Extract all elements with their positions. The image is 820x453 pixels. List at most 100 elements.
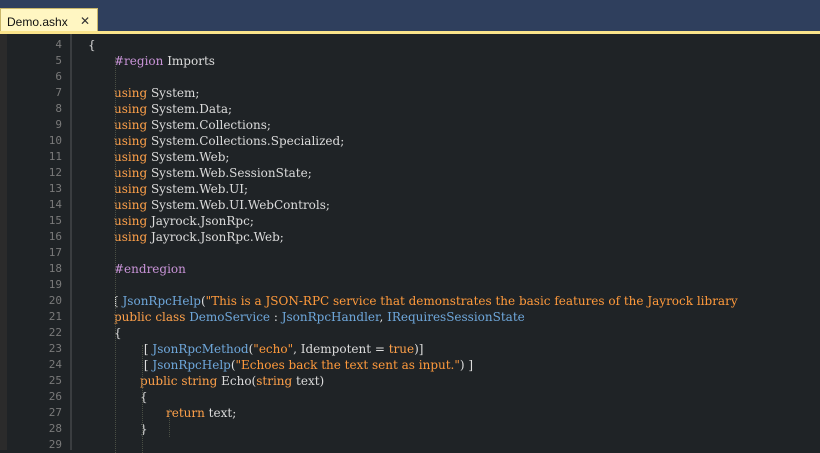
code-token: DemoService [189,310,271,324]
line-number: 28 [48,422,62,435]
code-token: Jayrock.JsonRpc.Web; [147,230,284,244]
code-token: System.Collections; [147,118,271,132]
line-number: 17 [48,246,62,259]
code-token: using [114,214,148,228]
code-line[interactable]: using System.Collections.Specialized; [114,133,344,149]
line-number: 26 [48,390,62,403]
code-token: using [114,230,148,244]
code-token: string [181,374,218,388]
line-number: 20 [48,294,62,307]
code-token: using [114,150,148,164]
code-token: System.Collections.Specialized; [147,134,345,148]
code-token: #region [114,54,164,68]
code-token: Imports [163,54,215,68]
code-token: JsonRpcHelp [122,294,201,308]
code-editor[interactable]: 4 5 6 7 8 9 10 11 12 13 14 15 16 17 18 19 20 21 22 23 24 25 26… [0,34,820,453]
code-line[interactable]: [ JsonRpcHelp("This is a JSON-RPC servic… [114,293,738,309]
close-icon[interactable]: ✕ [78,14,92,28]
line-number: 23 [48,342,62,355]
code-line[interactable]: using System.Web.SessionState; [114,165,312,181]
code-line[interactable]: #endregion [114,261,186,277]
line-number: 22 [48,326,62,339]
line-number: 10 [48,134,62,147]
code-token: System.Web.UI.WebControls; [147,198,330,212]
code-token: Echo( [217,374,257,388]
line-number: 14 [48,198,62,211]
code-token: "echo" [253,342,294,356]
code-line[interactable]: using System.Web.UI; [114,181,248,197]
code-token: string [256,374,293,388]
line-number: 29 [48,438,62,451]
code-token: IRequiresSessionState [387,310,525,324]
code-token: text; [204,406,237,420]
code-token: public [114,310,152,324]
indent-guide [115,57,116,453]
line-number: 25 [48,374,62,387]
line-number: 6 [55,70,62,83]
code-token: using [114,198,148,212]
code-line[interactable]: using Jayrock.JsonRpc.Web; [114,229,284,245]
code-token: using [114,118,148,132]
line-number: 11 [48,150,62,163]
line-number: 18 [48,262,62,275]
code-token: #endregion [114,262,186,276]
code-token: , Idempotent = [293,342,389,356]
line-number: 5 [55,54,62,67]
code-line[interactable]: using System.Data; [114,101,232,117]
code-line[interactable]: [ JsonRpcMethod("echo", Idempotent = tru… [144,341,424,357]
code-token: JsonRpcHelp [152,358,231,372]
code-token: class [155,310,186,324]
line-number: 4 [55,38,62,51]
code-token: Jayrock.JsonRpc; [147,214,254,228]
code-line[interactable]: public class DemoService : JsonRpcHandle… [114,309,525,325]
code-token: return [166,406,205,420]
line-number: 16 [48,230,62,243]
code-token: , [379,310,388,324]
code-token: using [114,182,148,196]
selection-margin [0,34,7,450]
line-number: 21 [48,310,62,323]
code-token: : [270,310,282,324]
code-line[interactable]: using System; [114,85,199,101]
code-token: System.Data; [147,102,233,116]
code-token: ) ] [459,358,474,372]
line-number: 12 [48,166,62,179]
code-line[interactable]: #region Imports [114,53,215,69]
line-number: 15 [48,214,62,227]
code-token: JsonRpcHandler [281,310,380,324]
line-number: 7 [55,86,62,99]
code-line[interactable]: { [88,37,96,53]
code-token: )] [414,342,424,356]
tab-title: Demo.ashx [7,14,68,29]
code-token: "Echoes back the text sent as input." [235,358,460,372]
line-number: 13 [48,182,62,195]
line-number: 24 [48,358,62,371]
code-line[interactable]: return text; [166,405,236,421]
indent-guide [169,409,170,437]
line-number: 19 [48,278,62,291]
code-token: public [140,374,178,388]
line-number: 27 [48,406,62,419]
code-token: JsonRpcMethod [152,342,249,356]
code-line[interactable]: using System.Collections; [114,117,271,133]
code-line[interactable]: using System.Web.UI.WebControls; [114,197,330,213]
line-number: 9 [55,118,62,131]
code-token: text) [292,374,325,388]
document-tab-bar: Demo.ashx ✕ [0,0,820,34]
code-token: using [114,86,148,100]
line-number: 8 [55,102,62,115]
code-token: using [114,166,148,180]
code-line[interactable]: [ JsonRpcHelp("Echoes back the text sent… [144,357,473,373]
outlining-margin [70,34,72,450]
line-number-gutter: 4 5 6 7 8 9 10 11 12 13 14 15 16 17 18 19 20 21 22 23 24 25 26… [7,34,62,451]
code-token: System; [147,86,200,100]
code-token: "This is a JSON-RPC service that demonst… [205,294,738,308]
code-token: System.Web.SessionState; [147,166,312,180]
code-token: using [114,134,148,148]
code-token: using [114,102,148,116]
code-line[interactable]: using System.Web; [114,149,229,165]
code-line[interactable]: using Jayrock.JsonRpc; [114,213,254,229]
code-line[interactable]: public string Echo(string text) [140,373,324,389]
code-token: true [388,342,415,356]
code-token: System.Web; [147,150,230,164]
